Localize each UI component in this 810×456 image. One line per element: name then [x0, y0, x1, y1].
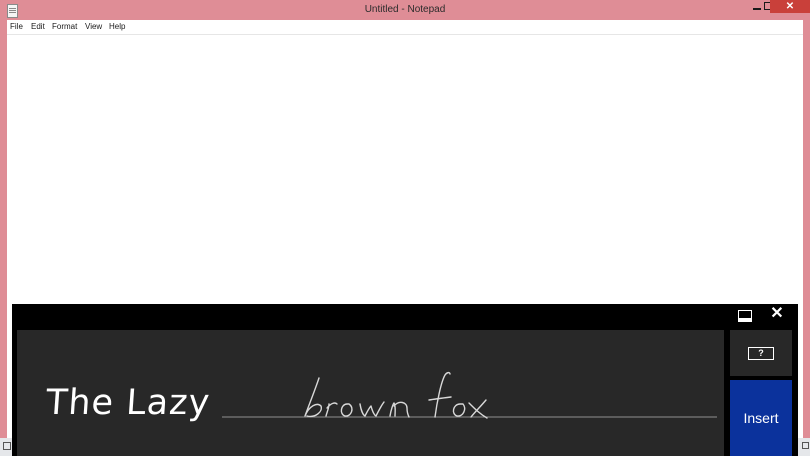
- help-button[interactable]: ?: [730, 330, 792, 376]
- insert-button[interactable]: Insert: [730, 380, 792, 456]
- menu-format[interactable]: Format: [52, 22, 77, 31]
- handwriting-panel: ✕ The Lazy ? Insert: [12, 304, 798, 456]
- recognized-text: The Lazy: [44, 383, 212, 423]
- dock-icon[interactable]: [738, 310, 752, 322]
- window-icon: [802, 442, 809, 449]
- menu-bar: File Edit Format View Help: [7, 20, 803, 35]
- ink-strokes: [304, 371, 488, 419]
- menu-edit[interactable]: Edit: [31, 22, 45, 31]
- taskbar-right-icon[interactable]: [798, 438, 810, 456]
- title-bar[interactable]: Untitled - Notepad ✕: [0, 0, 810, 20]
- writing-pad[interactable]: The Lazy: [17, 330, 724, 456]
- menu-file[interactable]: File: [10, 22, 23, 31]
- window-title: Untitled - Notepad: [364, 4, 446, 15]
- taskbar-left-icon[interactable]: [0, 438, 12, 456]
- menu-help[interactable]: Help: [109, 22, 125, 31]
- help-icon: ?: [748, 346, 774, 360]
- close-button[interactable]: ✕: [770, 0, 810, 13]
- window-icon: [3, 442, 11, 450]
- menu-view[interactable]: View: [85, 22, 102, 31]
- panel-close-button[interactable]: ✕: [768, 305, 786, 323]
